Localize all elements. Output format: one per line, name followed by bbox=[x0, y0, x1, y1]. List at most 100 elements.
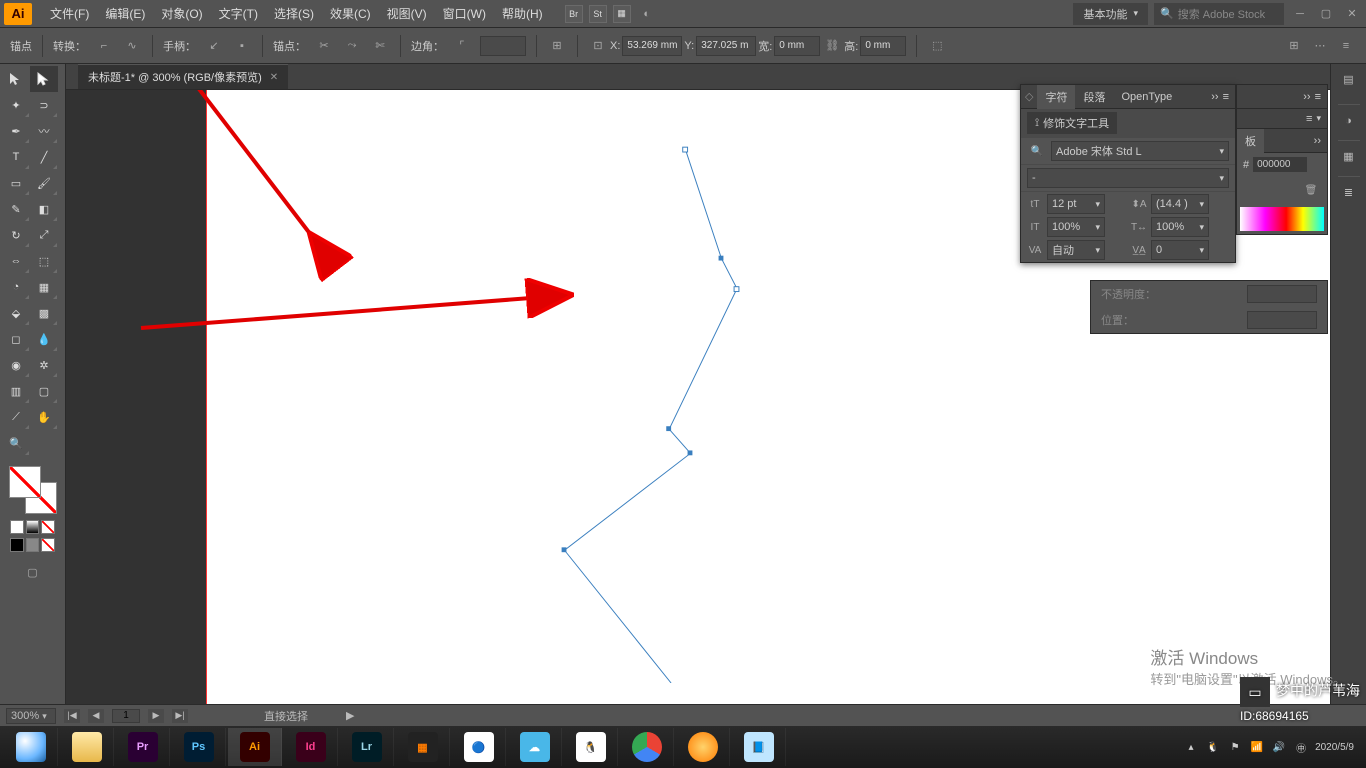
tab-swatch[interactable]: 板 bbox=[1237, 129, 1264, 153]
character-panel[interactable]: ◇ 字符 段落 OpenType ››≡ ⟟修饰文字工具 🔍 Adobe 宋体 … bbox=[1020, 84, 1236, 263]
font-family-input[interactable]: Adobe 宋体 Std L▾ bbox=[1051, 141, 1229, 161]
hide-handle-icon[interactable]: ▪ bbox=[232, 36, 252, 56]
taskbar-app3[interactable]: ☁ bbox=[508, 728, 562, 766]
collapse-icon[interactable]: ›› bbox=[1303, 91, 1310, 103]
page-input[interactable] bbox=[112, 709, 140, 723]
taskbar-photoshop[interactable]: Ps bbox=[172, 728, 226, 766]
corner-widget-icon[interactable]: ⌜ bbox=[452, 36, 472, 56]
tab-paragraph[interactable]: 段落 bbox=[1075, 85, 1113, 109]
eyedropper-tool[interactable]: 💧 bbox=[30, 326, 58, 352]
flyout-icon[interactable]: ≡ bbox=[1336, 36, 1356, 56]
menu-type[interactable]: 文字(T) bbox=[211, 1, 266, 26]
width-tool[interactable]: ⇔ bbox=[2, 248, 30, 274]
panel-toggle-icon[interactable]: ⊞ bbox=[1284, 36, 1304, 56]
layers-icon[interactable]: ≣ bbox=[1338, 176, 1360, 198]
h-input[interactable] bbox=[860, 36, 906, 56]
prev-page-button[interactable]: ◀ bbox=[88, 709, 104, 723]
taskbar-illustrator[interactable]: Ai bbox=[228, 728, 282, 766]
taskbar-app2[interactable]: 🔵 bbox=[452, 728, 506, 766]
gpu-icon[interactable]: ◐ bbox=[637, 4, 657, 24]
fill-swatch[interactable] bbox=[9, 466, 41, 498]
zoom-select[interactable]: 300% ▾ bbox=[6, 708, 56, 724]
corner-radius-input[interactable] bbox=[480, 36, 526, 56]
color-mini-panel[interactable]: ››≡ ≡▾ 板›› #000000 🗑 bbox=[1236, 84, 1328, 235]
w-input[interactable] bbox=[774, 36, 820, 56]
workspace-switcher[interactable]: 基本功能▾ bbox=[1073, 3, 1148, 25]
show-handle-icon[interactable]: ↙ bbox=[204, 36, 224, 56]
font-style-input[interactable]: -▾ bbox=[1027, 168, 1229, 188]
rotate-tool[interactable]: ↻ bbox=[2, 222, 30, 248]
smooth-point-icon[interactable]: ∿ bbox=[122, 36, 142, 56]
opacity-dropdown[interactable] bbox=[1247, 285, 1317, 303]
shape-builder-tool[interactable]: ◔ bbox=[2, 274, 30, 300]
touch-type-button[interactable]: ⟟修饰文字工具 bbox=[1027, 112, 1117, 134]
close-button[interactable]: ✕ bbox=[1342, 6, 1362, 22]
vscale-input[interactable]: 100%▾ bbox=[1047, 217, 1105, 237]
paintbrush-tool[interactable]: 🖌 bbox=[30, 170, 58, 196]
draw-inside-icon[interactable] bbox=[41, 538, 55, 552]
menu-window[interactable]: 窗口(W) bbox=[435, 1, 494, 26]
none-mode-icon[interactable] bbox=[41, 520, 55, 534]
gradient-tool[interactable]: ◻ bbox=[2, 326, 30, 352]
tab-character[interactable]: 字符 bbox=[1037, 85, 1075, 109]
bridge-icon[interactable]: Br bbox=[565, 5, 583, 23]
menu-view[interactable]: 视图(V) bbox=[379, 1, 435, 26]
swatches-icon[interactable]: ▦ bbox=[1338, 140, 1360, 162]
tray-net-icon[interactable]: 📶 bbox=[1249, 739, 1265, 755]
status-arrow-icon[interactable]: ▶ bbox=[346, 709, 354, 722]
panel-grip-icon[interactable]: ◇ bbox=[1021, 90, 1037, 103]
next-page-button[interactable]: ▶ bbox=[148, 709, 164, 723]
document-tab[interactable]: 未标题-1* @ 300% (RGB/像素预览) ✕ bbox=[78, 64, 288, 89]
gradient-mode-icon[interactable] bbox=[26, 520, 40, 534]
taskbar-premiere[interactable]: Pr bbox=[116, 728, 170, 766]
leading-input[interactable]: (14.4 )▾ bbox=[1151, 194, 1209, 214]
direct-selection-tool[interactable] bbox=[30, 66, 58, 92]
shaper-tool[interactable]: ✎ bbox=[2, 196, 30, 222]
mesh-tool[interactable]: ▩ bbox=[30, 300, 58, 326]
first-page-button[interactable]: |◀ bbox=[64, 709, 80, 723]
scale-tool[interactable]: ⤢ bbox=[30, 222, 58, 248]
hscale-input[interactable]: 100%▾ bbox=[1151, 217, 1209, 237]
live-paint-tool[interactable]: ▦ bbox=[30, 274, 58, 300]
draw-behind-icon[interactable] bbox=[26, 538, 40, 552]
taskbar-explorer[interactable] bbox=[60, 728, 114, 766]
tray-clock[interactable]: 2020/5/9 bbox=[1315, 742, 1354, 753]
tracking-input[interactable]: 0▾ bbox=[1151, 240, 1209, 260]
eraser-tool[interactable]: ◧ bbox=[30, 196, 58, 222]
collapse-icon[interactable]: ›› bbox=[1211, 91, 1218, 103]
search-stock-input[interactable]: 🔍搜索 Adobe Stock bbox=[1154, 3, 1284, 25]
taskbar-app4[interactable] bbox=[676, 728, 730, 766]
lasso-tool[interactable]: ⊃ bbox=[30, 92, 58, 118]
minimize-button[interactable]: ─ bbox=[1290, 6, 1310, 22]
tray-vol-icon[interactable]: 🔊 bbox=[1271, 739, 1287, 755]
zoom-tool[interactable]: 🔍 bbox=[2, 430, 30, 456]
artboard-tool[interactable]: ▢ bbox=[30, 378, 58, 404]
panel-menu-icon[interactable]: ≡ bbox=[1315, 91, 1321, 103]
selection-tool[interactable] bbox=[2, 66, 30, 92]
menu-file[interactable]: 文件(F) bbox=[42, 1, 97, 26]
taskbar-qq[interactable]: 🐧 bbox=[564, 728, 618, 766]
panel-menu-icon[interactable]: ≡ bbox=[1223, 91, 1229, 103]
curvature-tool[interactable]: 〰 bbox=[30, 118, 58, 144]
tray-flag-icon[interactable]: ⚑ bbox=[1227, 739, 1243, 755]
taskbar-chrome[interactable] bbox=[620, 728, 674, 766]
align-to-icon[interactable]: ⊞ bbox=[547, 36, 567, 56]
taskbar-lightroom[interactable]: Lr bbox=[340, 728, 394, 766]
position-dropdown[interactable] bbox=[1247, 311, 1317, 329]
corner-point-icon[interactable]: ⌐ bbox=[94, 36, 114, 56]
trash-icon[interactable]: 🗑 bbox=[1301, 180, 1321, 200]
screen-mode-icon[interactable]: ▢ bbox=[23, 562, 43, 582]
x-input[interactable] bbox=[622, 36, 682, 56]
menu-effect[interactable]: 效果(C) bbox=[322, 1, 379, 26]
free-transform-tool[interactable]: ⬚ bbox=[30, 248, 58, 274]
line-tool[interactable]: ╱ bbox=[30, 144, 58, 170]
connect-anchor-icon[interactable]: ⤳ bbox=[342, 36, 362, 56]
rectangle-tool[interactable]: ▭ bbox=[2, 170, 30, 196]
tray-up-icon[interactable]: ▴ bbox=[1183, 739, 1199, 755]
hex-input[interactable]: 000000 bbox=[1253, 157, 1307, 172]
arrange-icon[interactable]: ▦ bbox=[613, 5, 631, 23]
cut-path-icon[interactable]: ✄ bbox=[370, 36, 390, 56]
taskbar-app1[interactable]: ▦ bbox=[396, 728, 450, 766]
hand-tool[interactable]: ✋ bbox=[30, 404, 58, 430]
symbol-sprayer-tool[interactable]: ✲ bbox=[30, 352, 58, 378]
